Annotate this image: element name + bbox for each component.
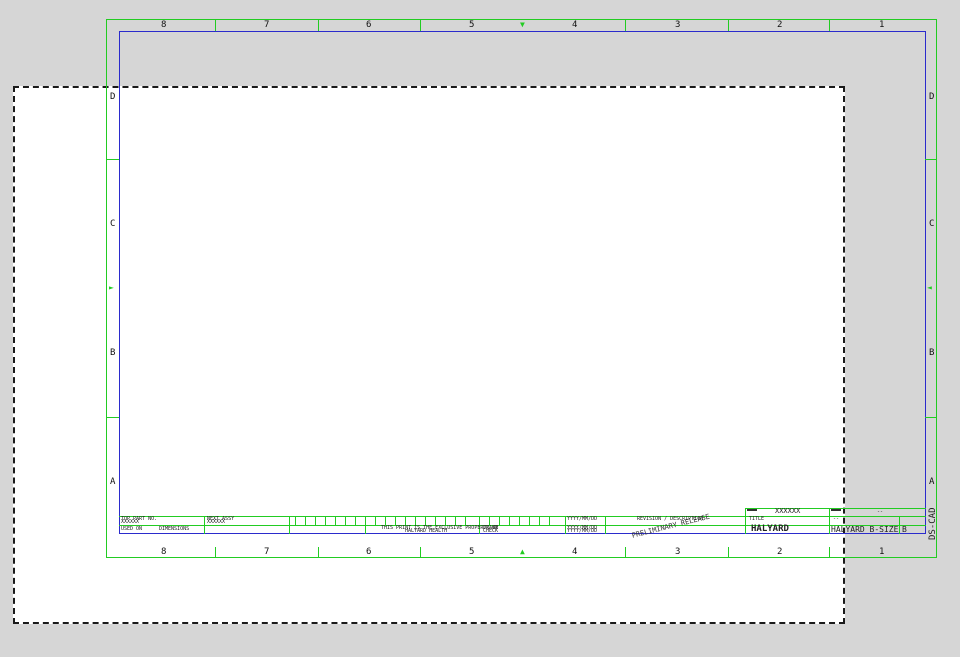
zone-number: 5 — [469, 20, 475, 30]
zone-letter: A — [929, 477, 935, 487]
title-block: TOP PART NO. XXXXXX NEXT ASSY XXXXXX USE… — [119, 508, 926, 540]
zone-tick — [420, 547, 421, 558]
zone-tick — [215, 547, 216, 558]
zone-tick — [107, 159, 119, 160]
zone-tick — [625, 547, 626, 558]
size-letter: B — [902, 525, 907, 534]
part-number: XXXXXX — [775, 507, 801, 515]
zone-number: 6 — [366, 20, 372, 30]
dimensions-label: DIMENSIONS — [159, 526, 190, 532]
side-label: DS-CAD — [928, 507, 938, 540]
zone-tick — [107, 417, 119, 418]
label-bar — [747, 509, 757, 511]
label-bar — [831, 509, 841, 511]
check-label: CHECK — [483, 528, 499, 534]
zone-number: 5 — [469, 547, 475, 557]
zone-number: 1 — [879, 547, 885, 557]
used-on-label: USED ON — [121, 526, 143, 532]
drawing-frame: ▼ ▲ ► ◄ 8 7 6 5 4 3 2 1 8 7 6 5 4 3 2 1 … — [106, 19, 938, 558]
zone-letter: C — [929, 219, 935, 229]
zone-tick — [215, 20, 216, 31]
zone-number: 4 — [572, 20, 578, 30]
zone-number: 7 — [264, 547, 270, 557]
zone-number: 3 — [675, 20, 681, 30]
zone-letter: B — [929, 348, 935, 358]
proprietary-line: HALYARD HEALTH — [405, 528, 448, 534]
zone-letter: C — [110, 219, 116, 229]
zone-tick — [925, 417, 937, 418]
title-value: -- — [833, 516, 840, 522]
top-part-value: XXXXXX — [121, 519, 140, 525]
zone-tick — [318, 547, 319, 558]
size-title: HALYARD B-SIZE — [831, 525, 899, 534]
zone-number: 2 — [777, 20, 783, 30]
zone-number: 7 — [264, 20, 270, 30]
date-field: YYYY/MM/DD — [567, 528, 598, 534]
zone-number: 1 — [879, 20, 885, 30]
drawing-border — [119, 31, 926, 534]
zone-tick — [625, 20, 626, 31]
zone-number: 6 — [366, 547, 372, 557]
center-arrow-icon: ▼ — [520, 20, 525, 29]
zone-letter: D — [110, 92, 116, 102]
company-logo: HALYARD — [751, 524, 789, 534]
zone-tick — [728, 547, 729, 558]
zone-number: 3 — [675, 547, 681, 557]
date-field: YYYY/MM/DD — [567, 516, 598, 522]
center-arrow-icon: ◄ — [927, 283, 932, 292]
center-arrow-icon: ▲ — [520, 547, 525, 556]
zone-tick — [829, 547, 830, 558]
zone-letter: B — [110, 348, 116, 358]
zone-letter: A — [110, 477, 116, 487]
rev-value: -- — [877, 509, 884, 515]
zone-number: 8 — [161, 547, 167, 557]
zone-number: 4 — [572, 547, 578, 557]
next-assy-value: XXXXXX — [207, 519, 226, 525]
zone-tick — [728, 20, 729, 31]
zone-number: 8 — [161, 20, 167, 30]
zone-tick — [925, 159, 937, 160]
zone-tick — [318, 20, 319, 31]
title-label: TITLE — [749, 516, 765, 522]
center-arrow-icon: ► — [109, 283, 114, 292]
zone-number: 2 — [777, 547, 783, 557]
zone-letter: D — [929, 92, 935, 102]
zone-tick — [829, 20, 830, 31]
zone-tick — [420, 20, 421, 31]
